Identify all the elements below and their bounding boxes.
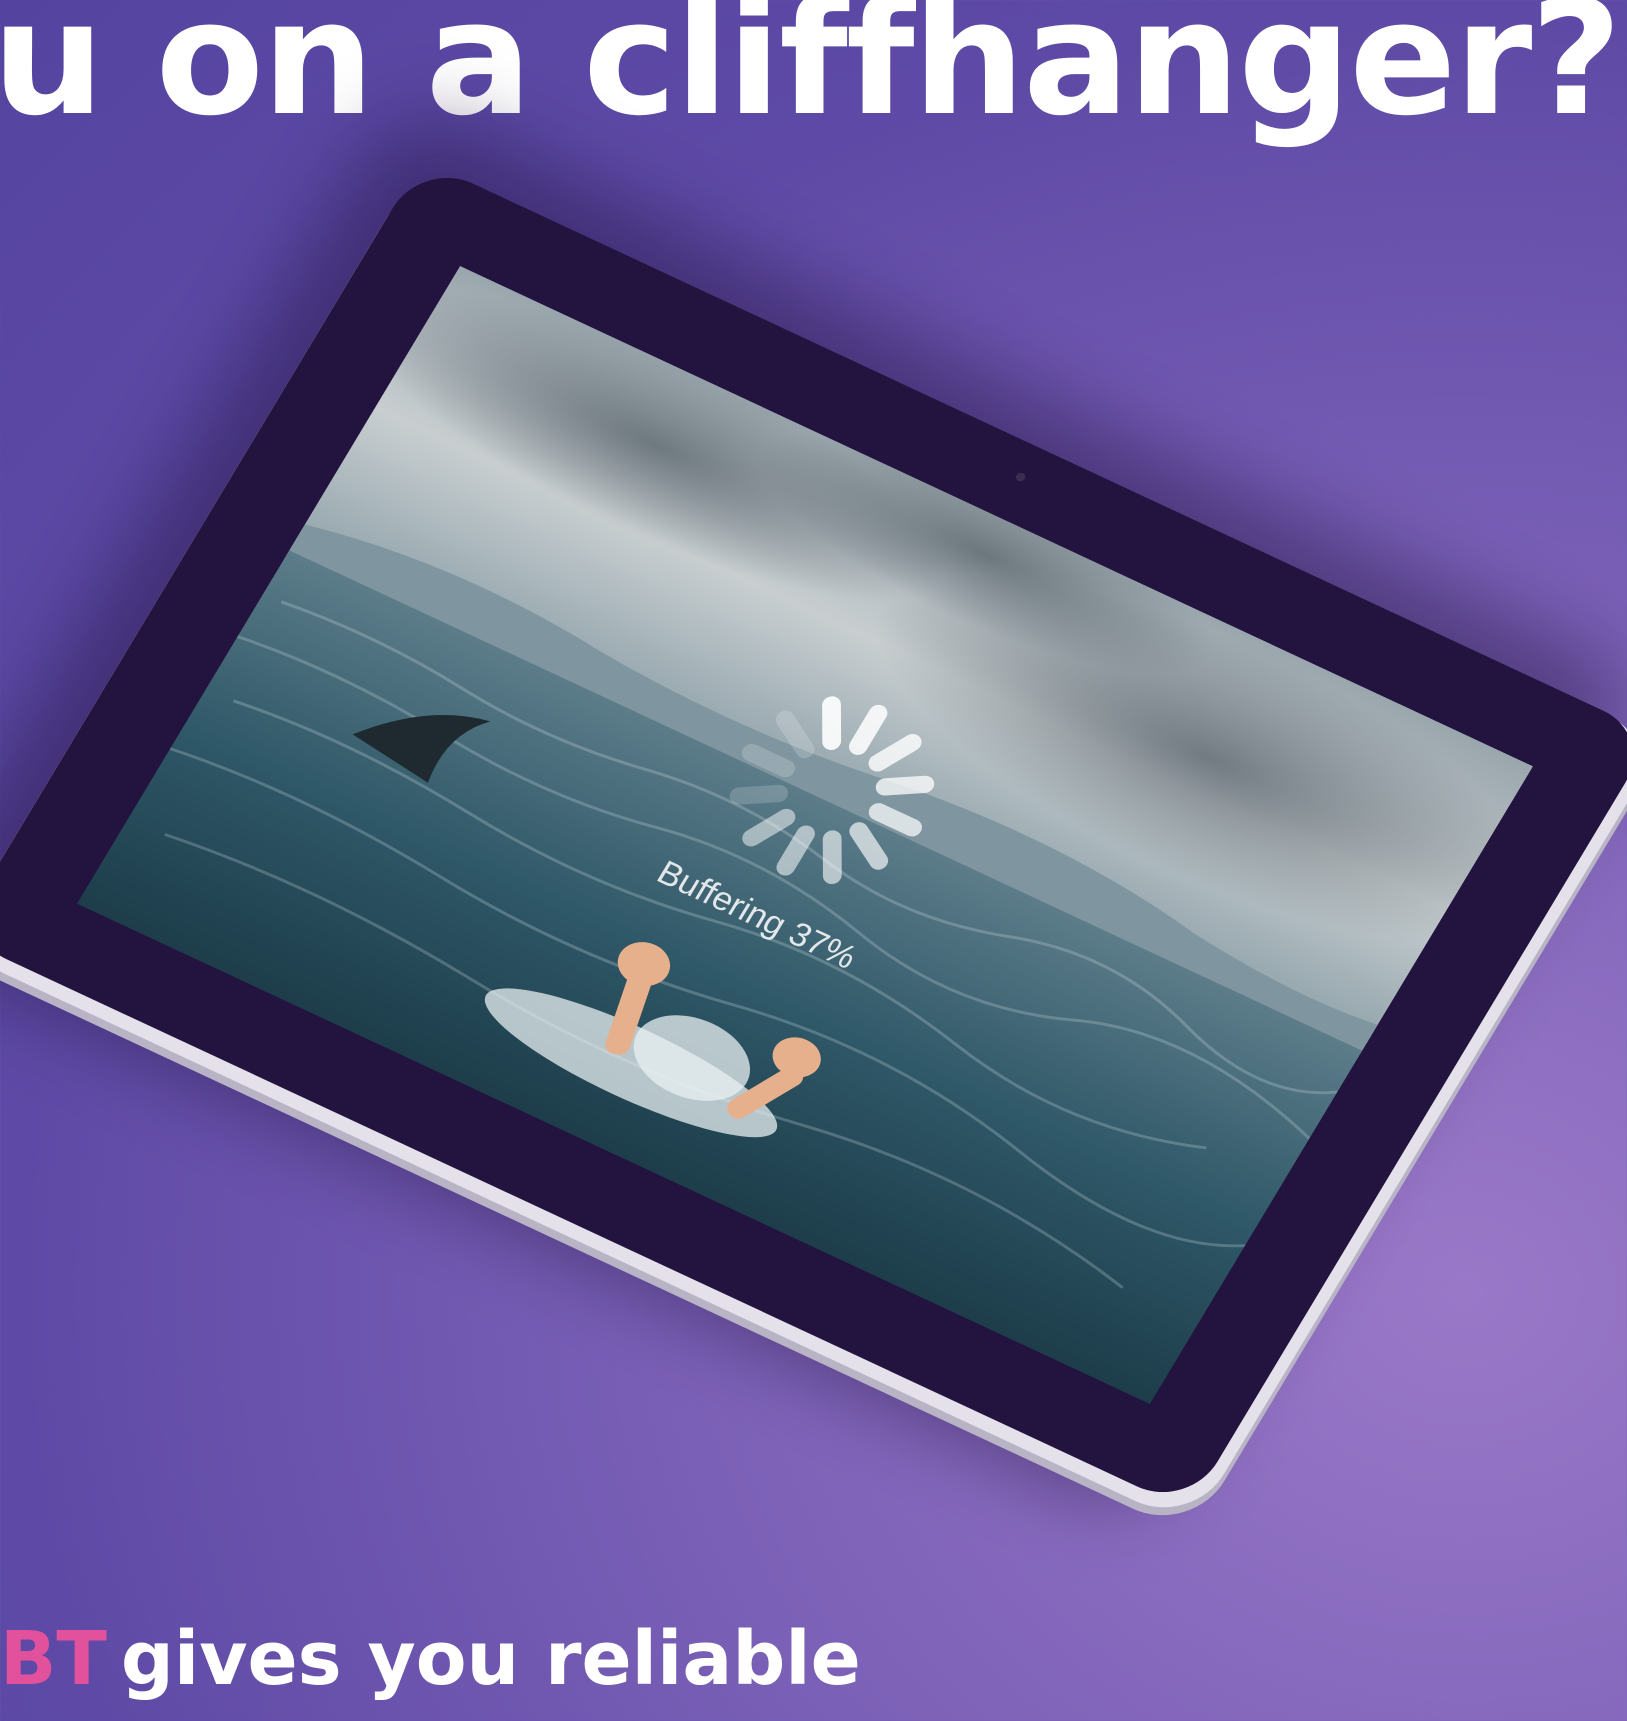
spinner-spoke — [865, 800, 926, 840]
spinner-spoke — [738, 741, 799, 781]
tagline-text: gives you reliable — [120, 1616, 861, 1702]
front-camera-icon — [1014, 471, 1028, 483]
tablet-screen: Buffering 37% — [76, 265, 1534, 1405]
tagline: BT gives you reliable — [0, 1622, 861, 1696]
spinner-spoke — [772, 707, 818, 762]
spinner-spoke — [822, 829, 842, 885]
spinner-spoke — [821, 695, 842, 751]
bt-logo: BT — [0, 1616, 107, 1702]
tablet-illustration: Buffering 37% — [0, 0, 1627, 1721]
spinner-spoke — [845, 818, 892, 874]
spinner-spoke — [875, 775, 935, 797]
spinner-spoke — [729, 784, 789, 806]
